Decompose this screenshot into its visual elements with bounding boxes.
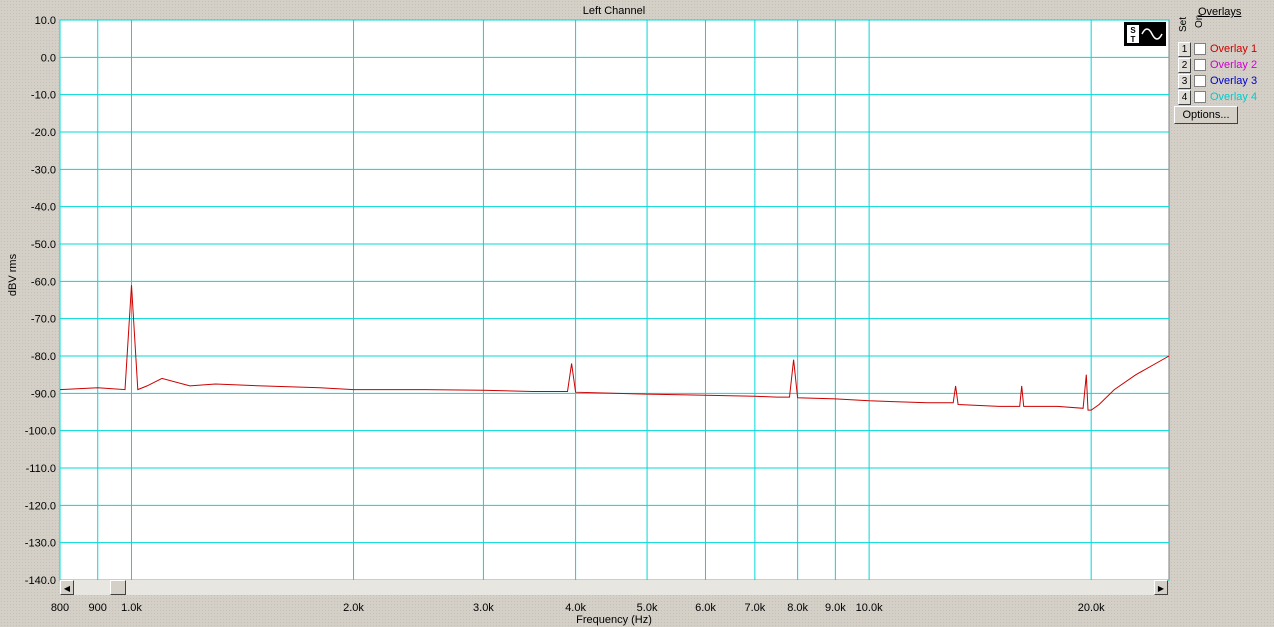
x-tick-label: 1.0k: [121, 602, 142, 614]
y-tick-label: -110.0: [26, 463, 56, 475]
y-tick-label: -50.0: [31, 239, 56, 251]
overlay-1-set-button[interactable]: 1: [1178, 42, 1191, 57]
overlay-row-1: 1 Overlay 1: [1178, 42, 1272, 57]
scroll-left-arrow-icon[interactable]: ◀: [60, 580, 74, 595]
horizontal-scrollbar[interactable]: ◀ ▶: [60, 580, 1168, 595]
x-tick-label: 4.0k: [565, 602, 586, 614]
x-tick-label: 7.0k: [744, 602, 765, 614]
overlay-row-2: 2 Overlay 2: [1178, 58, 1272, 73]
set-column-header: Set: [1178, 16, 1189, 32]
x-tick-label: 10.0k: [856, 602, 883, 614]
y-tick-label: -130.0: [25, 538, 56, 550]
y-tick-label: -120.0: [25, 500, 56, 512]
y-tick-label: -90.0: [31, 388, 56, 400]
y-tick-label: 0.0: [41, 52, 56, 64]
x-tick-label: 2.0k: [343, 602, 364, 614]
overlay-3-label: Overlay 3: [1210, 75, 1258, 87]
spectrum-chart: Left Channel 10.0 0.0 -10.0 -20.0 -30.0 -40.0…: [7, 5, 1170, 626]
overlay-row-3: 3 Overlay 3: [1178, 74, 1272, 89]
x-tick-label: 800: [51, 602, 69, 614]
overlay-3-checkbox[interactable]: [1194, 75, 1206, 87]
x-tick-label: 900: [89, 602, 107, 614]
y-tick-label: -70.0: [31, 314, 56, 326]
y-tick-label: -140.0: [25, 575, 56, 587]
y-axis-label: dBV rms: [7, 253, 19, 296]
x-tick-label: 8.0k: [787, 602, 808, 614]
x-tick-label: 6.0k: [695, 602, 716, 614]
y-tick-label: -20.0: [31, 127, 56, 139]
overlay-4-checkbox[interactable]: [1194, 91, 1206, 103]
overlay-1-checkbox[interactable]: [1194, 43, 1206, 55]
y-tick-label: -10.0: [31, 90, 56, 102]
overlay-2-checkbox[interactable]: [1194, 59, 1206, 71]
overlay-row-4: 4 Overlay 4: [1178, 90, 1272, 105]
chart-title: Left Channel: [583, 5, 645, 17]
st-logo: S T: [1124, 22, 1166, 46]
x-tick-label: 9.0k: [825, 602, 846, 614]
overlay-4-label: Overlay 4: [1210, 91, 1258, 103]
overlay-1-label: Overlay 1: [1210, 43, 1258, 55]
y-tick-label: 10.0: [35, 15, 56, 27]
x-tick-label: 3.0k: [473, 602, 494, 614]
overlay-3-set-button[interactable]: 3: [1178, 74, 1191, 89]
y-tick-label: -80.0: [31, 351, 56, 363]
y-tick-label: -40.0: [31, 202, 56, 214]
svg-text:S: S: [1130, 26, 1136, 35]
options-button[interactable]: Options...: [1174, 106, 1238, 124]
x-tick-label: 20.0k: [1078, 602, 1105, 614]
y-tick-label: -100.0: [25, 426, 56, 438]
overlay-2-set-button[interactable]: 2: [1178, 58, 1191, 73]
on-column-header: On: [1194, 14, 1205, 28]
scroll-right-arrow-icon[interactable]: ▶: [1154, 580, 1168, 595]
plot-area: [59, 19, 1170, 581]
y-axis-ticks: 10.0 0.0 -10.0 -20.0 -30.0 -40.0 -50.0 -60.0 -70…: [25, 15, 56, 587]
overlay-2-label: Overlay 2: [1210, 59, 1258, 71]
x-axis-ticks: 800 900 1.0k 2.0k 3.0k 4.0k 5.0k 6.0k 7.0k 8.0k 9.…: [51, 602, 1105, 614]
overlay-4-set-button[interactable]: 4: [1178, 90, 1191, 105]
x-tick-label: 5.0k: [637, 602, 658, 614]
x-axis-label: Frequency (Hz): [576, 614, 652, 626]
y-tick-label: -60.0: [31, 276, 56, 288]
scroll-thumb[interactable]: [110, 580, 126, 595]
svg-text:T: T: [1131, 35, 1136, 44]
y-tick-label: -30.0: [31, 164, 56, 176]
